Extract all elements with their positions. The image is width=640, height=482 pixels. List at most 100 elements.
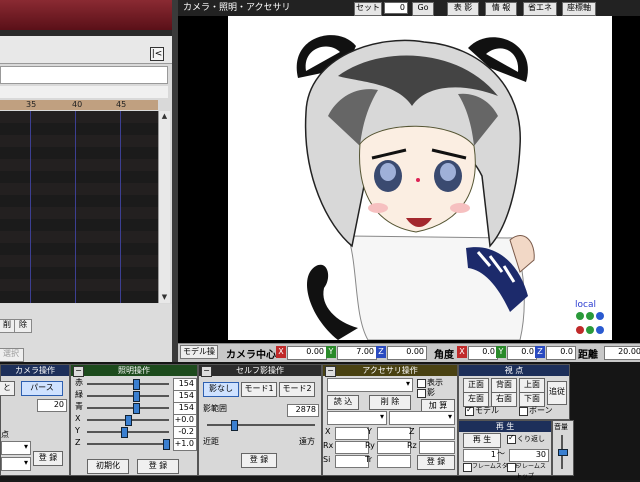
remove-button[interactable]: 除	[14, 319, 32, 333]
light-slider-knob[interactable]	[121, 427, 129, 438]
acc-si-input[interactable]	[335, 455, 369, 468]
track-button[interactable]: 追従	[547, 381, 567, 405]
minimize-icon[interactable]: −	[201, 366, 212, 377]
frame-start-checkbox[interactable]	[463, 463, 472, 472]
center-y-input[interactable]: 7.00	[337, 346, 377, 360]
bone-checkbox[interactable]	[519, 407, 528, 416]
camera-target-select[interactable]	[1, 441, 31, 455]
model-checkbox[interactable]	[465, 405, 474, 416]
track-row[interactable]	[0, 291, 158, 303]
shadow-register-button[interactable]: 登 録	[241, 453, 277, 468]
center-x-input[interactable]: 0.00	[287, 346, 327, 360]
light-slider-knob[interactable]	[132, 379, 140, 390]
shadow-display-button[interactable]: 表 影	[447, 2, 479, 16]
timeline-name-field[interactable]	[0, 66, 168, 84]
camera-mode-button[interactable]: と	[0, 381, 15, 396]
acc-rz-input[interactable]	[419, 441, 455, 454]
acc-ry-input[interactable]	[377, 441, 411, 454]
frame-input[interactable]: 0	[384, 2, 408, 14]
play-button[interactable]: 再 生	[463, 433, 501, 448]
top-view-button[interactable]: 上面	[519, 378, 545, 393]
shadow-checkbox[interactable]	[417, 389, 426, 398]
play-panel: 再 生 再 生 くり返し 1 ～ 30 フレームスタート フレームストップ	[458, 420, 552, 480]
shadow-mode2-button[interactable]: モード2	[279, 382, 315, 397]
bottom-view-button[interactable]: 下面	[519, 392, 545, 407]
model-mode-tab[interactable]: モデル操	[180, 345, 218, 359]
perspective-button[interactable]: パース	[21, 381, 63, 396]
acc-rx-input[interactable]	[335, 441, 369, 454]
scroll-down-icon[interactable]: ▼	[159, 292, 170, 302]
angle-x-input[interactable]: 0.0	[468, 346, 498, 360]
light-slider[interactable]	[87, 383, 169, 385]
light-slider[interactable]	[87, 395, 169, 397]
minimize-icon[interactable]: −	[73, 366, 84, 377]
light-slider-knob[interactable]	[132, 403, 140, 414]
light-slider[interactable]	[87, 443, 169, 445]
acc-x-input[interactable]	[335, 427, 369, 440]
axis-button[interactable]: 座標軸	[562, 2, 596, 16]
frame-ruler[interactable]: 35 40 45	[0, 100, 158, 110]
camera-register-button[interactable]: 登 録	[33, 451, 63, 466]
distance-input[interactable]: 20.00	[604, 346, 640, 360]
collapse-button[interactable]: |<	[150, 47, 164, 61]
shadow-range-slider[interactable]	[207, 424, 315, 426]
timeline-scrollbar[interactable]: ▲ ▼	[158, 111, 170, 303]
accessory-bone-select[interactable]	[389, 411, 455, 425]
light-slider-knob[interactable]	[163, 439, 170, 450]
angle-y-input[interactable]: 0.0	[507, 346, 537, 360]
timeline-titlebar	[0, 0, 172, 30]
local-mode-label[interactable]: local	[575, 300, 596, 310]
keyframe-track-area[interactable]	[0, 111, 158, 303]
acc-z-input[interactable]	[419, 427, 455, 440]
acc-y-input[interactable]	[377, 427, 411, 440]
info-button[interactable]: 情 報	[485, 2, 517, 16]
camera-bone-select[interactable]	[1, 457, 31, 471]
front-view-button[interactable]: 正面	[463, 378, 489, 393]
scroll-up-icon[interactable]: ▲	[159, 111, 170, 121]
shadow-range-input[interactable]: 2878	[287, 404, 319, 417]
accessory-register-button[interactable]: 登 録	[417, 455, 455, 470]
light-slider-knob[interactable]	[125, 415, 132, 426]
light-panel-header: − 照明操作	[71, 365, 197, 377]
y-axis-tag: Y	[326, 346, 336, 358]
show-label: 表示	[427, 378, 443, 387]
back-view-button[interactable]: 背面	[491, 378, 517, 393]
shadow-mode1-button[interactable]: モード1	[241, 382, 277, 397]
ruler-tick: 35	[26, 100, 37, 109]
light-register-button[interactable]: 登 録	[137, 459, 179, 474]
accessory-model-select[interactable]	[327, 411, 387, 425]
angle-z-input[interactable]: 0.0	[546, 346, 576, 360]
acc-tr-input[interactable]	[377, 455, 411, 468]
play-to-input[interactable]: 30	[509, 449, 549, 462]
fov-input[interactable]: 20	[37, 399, 67, 412]
minimize-icon[interactable]: −	[325, 366, 336, 377]
set-button[interactable]: セット	[354, 2, 382, 16]
right-view-button[interactable]: 右面	[491, 392, 517, 407]
light-value-input[interactable]: +1.0	[173, 438, 197, 451]
load-button[interactable]: 読 込	[327, 395, 359, 410]
view-panel-header: 視 点	[459, 365, 569, 376]
show-checkbox[interactable]	[417, 379, 426, 388]
self-shadow-panel: − セルフ影操作 影なし モード1 モード2 影範囲 2878 近距 遠方 登 録	[198, 364, 322, 476]
x-axis-tag: X	[276, 346, 286, 358]
light-row-label: 赤	[75, 378, 83, 387]
light-row-label: X	[75, 414, 81, 423]
center-z-input[interactable]: 0.00	[387, 346, 427, 360]
render-canvas[interactable]	[228, 16, 612, 340]
no-shadow-button[interactable]: 影なし	[203, 382, 239, 397]
volume-knob[interactable]	[558, 449, 568, 456]
go-button[interactable]: Go	[412, 2, 434, 16]
accessory-select[interactable]	[327, 378, 413, 392]
loop-checkbox[interactable]	[507, 433, 516, 444]
light-slider[interactable]	[87, 407, 169, 409]
accessory-delete-button[interactable]: 削 除	[369, 395, 411, 410]
play-panel-header: 再 生	[459, 421, 551, 432]
play-from-input[interactable]: 1	[463, 449, 499, 462]
power-save-button[interactable]: 省エネ	[523, 2, 557, 16]
light-init-button[interactable]: 初期化	[87, 459, 129, 474]
light-slider-knob[interactable]	[132, 391, 140, 402]
frame-stop-checkbox[interactable]	[507, 463, 516, 472]
shadow-range-knob[interactable]	[231, 420, 238, 431]
range-tilde: ～	[497, 449, 505, 458]
select-button[interactable]: 選択	[0, 348, 24, 362]
